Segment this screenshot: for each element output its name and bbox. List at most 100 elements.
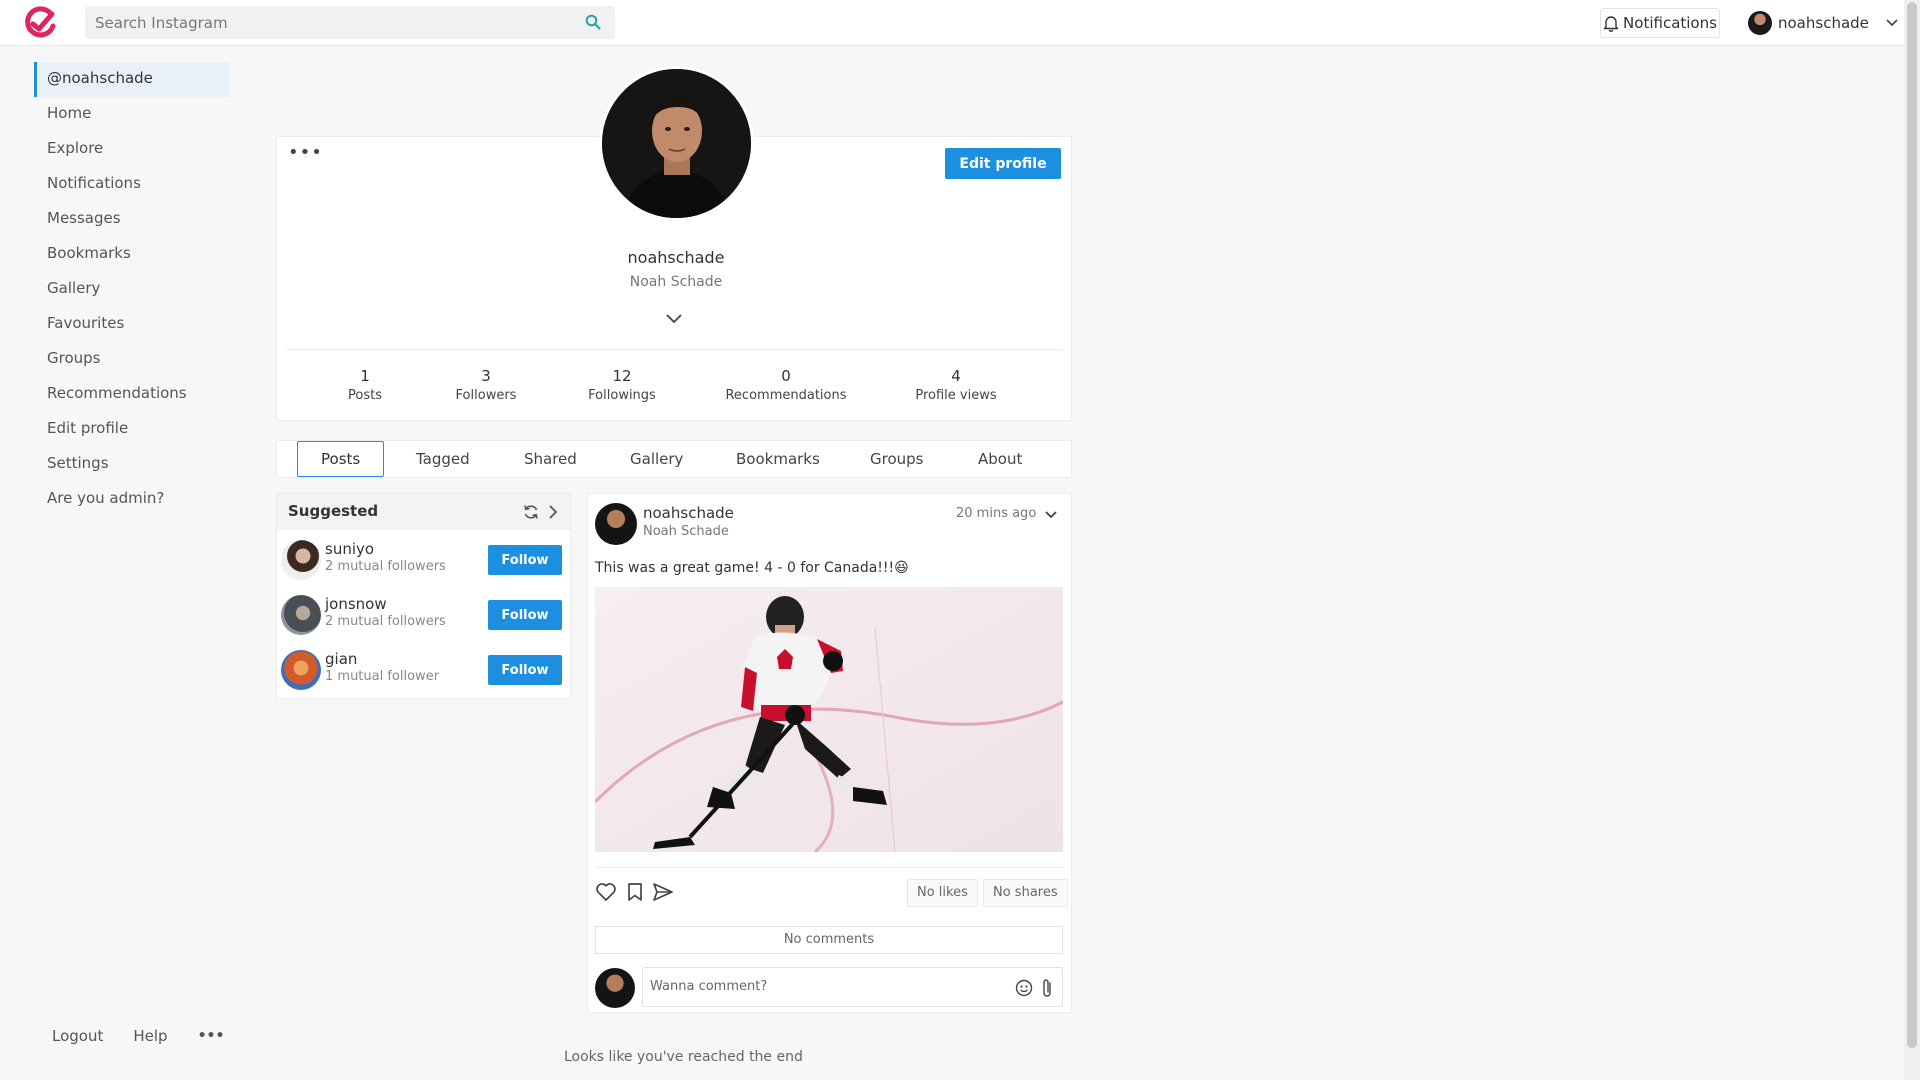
tab-about[interactable]: About	[978, 441, 1022, 479]
profile-more-icon[interactable]: •••	[288, 144, 323, 162]
sidebar-item-groups[interactable]: Groups	[34, 342, 230, 377]
chevron-right-icon[interactable]	[547, 504, 559, 520]
avatar[interactable]	[281, 650, 321, 690]
stat-posts-value: 1	[360, 367, 370, 385]
edit-profile-button[interactable]: Edit profile	[945, 148, 1061, 179]
sidebar-item-admin[interactable]: Are you admin?	[34, 482, 230, 517]
profile-photo	[602, 69, 751, 218]
avatar[interactable]	[595, 503, 637, 545]
follow-button[interactable]: Follow	[488, 600, 562, 630]
avatar	[1748, 11, 1772, 35]
stat-followings[interactable]: 12 Followings	[577, 367, 667, 403]
post-caption: This was a great game! 4 - 0 for Canada!…	[595, 560, 909, 576]
help-link[interactable]: Help	[133, 1027, 167, 1045]
more-options-icon[interactable]: •••	[198, 1028, 225, 1044]
notifications-label: Notifications	[1623, 14, 1717, 32]
follow-button[interactable]: Follow	[488, 545, 562, 575]
stat-profile-views[interactable]: 4 Profile views	[906, 367, 1006, 403]
stat-followers[interactable]: 3 Followers	[446, 367, 526, 403]
post-timestamp: 20 mins ago	[956, 506, 1037, 521]
sidebar-item-messages[interactable]: Messages	[34, 202, 230, 237]
avatar[interactable]	[281, 595, 321, 635]
suggested-panel: Suggested suniyo 2 mutual followers Foll…	[276, 493, 571, 699]
avatar	[595, 968, 635, 1008]
stat-recommendations-label: Recommendations	[725, 388, 847, 403]
end-of-feed-text: Looks like you've reached the end	[564, 1049, 803, 1065]
profile-full-name: Noah Schade	[629, 274, 723, 290]
tab-gallery[interactable]: Gallery	[630, 441, 683, 479]
refresh-icon[interactable]	[523, 504, 539, 520]
search-bar	[85, 6, 615, 39]
stat-followers-value: 3	[481, 367, 491, 385]
stat-posts-label: Posts	[348, 388, 382, 403]
sidebar-item-favourites[interactable]: Favourites	[34, 307, 230, 342]
stat-posts[interactable]: 1 Posts	[335, 367, 395, 403]
stat-profile-views-value: 4	[951, 367, 961, 385]
heart-icon[interactable]	[595, 881, 617, 903]
bookmark-icon[interactable]	[624, 881, 646, 903]
chevron-down-icon	[1886, 19, 1898, 27]
sidebar: @noahschade Home Explore Notifications M…	[34, 62, 230, 517]
emoji-icon[interactable]	[1015, 979, 1033, 997]
comment-box	[642, 967, 1063, 1007]
notifications-button[interactable]: Notifications	[1600, 8, 1720, 38]
tab-posts[interactable]: Posts	[297, 441, 385, 477]
hockey-photo	[595, 587, 1063, 852]
post-image[interactable]	[595, 587, 1063, 852]
sidebar-item-edit-profile[interactable]: Edit profile	[34, 412, 230, 447]
tab-bookmarks[interactable]: Bookmarks	[736, 441, 820, 479]
tab-shared[interactable]: Shared	[524, 441, 577, 479]
stat-recommendations[interactable]: 0 Recommendations	[716, 367, 856, 403]
comment-input[interactable]	[650, 972, 1010, 1000]
shares-badge[interactable]: No shares	[983, 879, 1068, 907]
sidebar-item-notifications[interactable]: Notifications	[34, 167, 230, 202]
suggested-username[interactable]: gian	[325, 650, 357, 668]
tab-tagged[interactable]: Tagged	[416, 441, 470, 479]
comments-status[interactable]: No comments	[595, 926, 1063, 954]
suggested-user-row: suniyo 2 mutual followers Follow	[277, 530, 570, 585]
sidebar-item-bookmarks[interactable]: Bookmarks	[34, 237, 230, 272]
sidebar-item-home[interactable]: Home	[34, 97, 230, 132]
stat-followings-label: Followings	[588, 388, 656, 403]
send-icon[interactable]	[652, 881, 674, 903]
expand-chevron-icon[interactable]	[665, 313, 683, 325]
post-divider	[595, 867, 1063, 868]
stat-recommendations-value: 0	[781, 367, 791, 385]
avatar[interactable]	[281, 540, 321, 580]
profile-tabs: Posts Tagged Shared Gallery Bookmarks Gr…	[276, 440, 1072, 478]
sidebar-footer: Logout Help •••	[52, 1027, 224, 1045]
suggested-user-row: jonsnow 2 mutual followers Follow	[277, 585, 570, 640]
suggested-mutual: 2 mutual followers	[325, 614, 446, 629]
bell-icon	[1603, 15, 1619, 32]
post-username[interactable]: noahschade	[643, 504, 734, 522]
sidebar-item-settings[interactable]: Settings	[34, 447, 230, 482]
search-input[interactable]	[85, 6, 565, 39]
suggested-username[interactable]: jonsnow	[325, 595, 387, 613]
post-card: noahschade Noah Schade 20 mins ago This …	[587, 493, 1072, 1013]
logout-link[interactable]: Logout	[52, 1027, 103, 1045]
chevron-down-icon[interactable]	[1044, 510, 1058, 520]
sidebar-item-explore[interactable]: Explore	[34, 132, 230, 167]
sidebar-item-profile[interactable]: @noahschade	[34, 62, 230, 97]
suggested-title: Suggested	[288, 502, 379, 520]
page-scrollbar[interactable]	[1904, 0, 1920, 1080]
post-full-name: Noah Schade	[643, 524, 729, 539]
suggested-mutual: 1 mutual follower	[325, 669, 440, 684]
profile-divider	[286, 349, 1062, 350]
stat-followings-value: 12	[612, 367, 632, 385]
user-menu[interactable]: noahschade	[1748, 9, 1899, 37]
tab-groups[interactable]: Groups	[870, 441, 923, 479]
scrollbar-thumb[interactable]	[1907, 2, 1917, 1048]
profile-avatar[interactable]	[599, 66, 754, 221]
likes-badge[interactable]: No likes	[907, 879, 978, 907]
sidebar-item-recommendations[interactable]: Recommendations	[34, 377, 230, 412]
suggested-username[interactable]: suniyo	[325, 540, 374, 558]
user-menu-username: noahschade	[1778, 14, 1869, 32]
profile-username: noahschade	[627, 248, 725, 267]
app-logo-icon[interactable]	[22, 5, 58, 41]
search-icon[interactable]	[585, 14, 601, 30]
stat-followers-label: Followers	[455, 388, 517, 403]
follow-button[interactable]: Follow	[488, 655, 562, 685]
paperclip-icon[interactable]	[1040, 977, 1054, 999]
sidebar-item-gallery[interactable]: Gallery	[34, 272, 230, 307]
